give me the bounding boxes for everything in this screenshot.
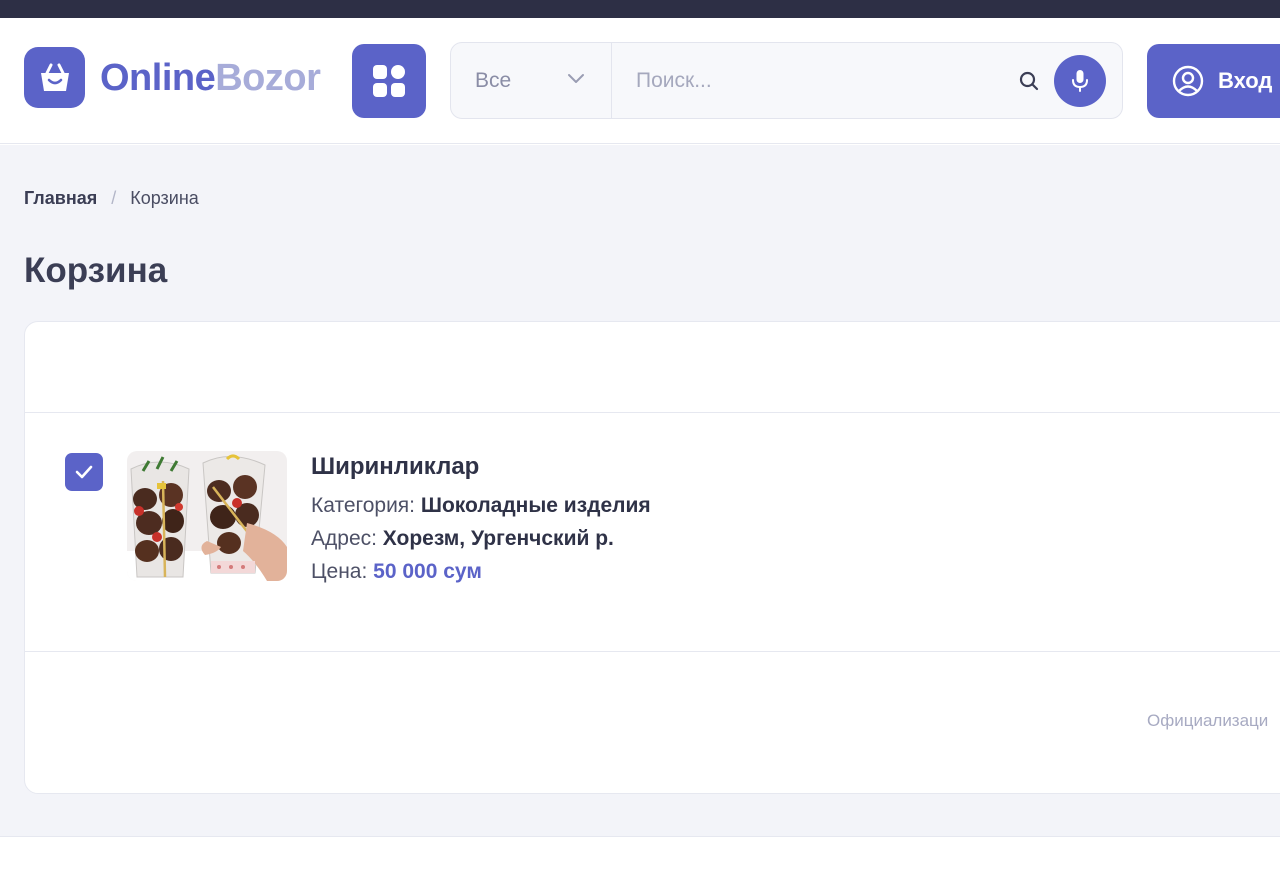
- browser-top-bar: [0, 0, 1280, 18]
- logo-text: OnlineBozor: [100, 56, 321, 99]
- logo-text-secondary: Bozor: [215, 56, 321, 99]
- cart-item-address-label: Адрес:: [311, 527, 377, 550]
- cart-item-address-value: Хорезм, Ургенчский р.: [382, 527, 614, 550]
- breadcrumb-home-link[interactable]: Главная: [24, 188, 97, 209]
- cart-item-title[interactable]: Ширинликлар: [311, 453, 651, 481]
- site-header: OnlineBozor Все Поиск... Вход: [0, 18, 1280, 144]
- voice-search-button[interactable]: [1054, 54, 1106, 107]
- search-icon[interactable]: [1018, 70, 1040, 92]
- cart-page: Главная / Корзина Корзина Ширинликлар Ка…: [0, 145, 1280, 837]
- login-button[interactable]: Вход: [1147, 44, 1280, 118]
- cart-item-category: Категория: Шоколадные изделия: [311, 494, 651, 518]
- microphone-icon: [1072, 69, 1088, 92]
- page-title: Корзина: [24, 251, 168, 290]
- breadcrumb-separator: /: [111, 188, 117, 208]
- search-category-select[interactable]: Все: [451, 43, 612, 118]
- cart-item-image[interactable]: [127, 451, 287, 581]
- search-category-value: Все: [475, 68, 512, 92]
- check-icon: [75, 465, 93, 479]
- site-logo[interactable]: OnlineBozor: [24, 47, 321, 108]
- cart-item-address: Адрес: Хорезм, Ургенчский р.: [311, 527, 651, 551]
- logo-text-primary: Online: [100, 56, 216, 99]
- cart-item: Ширинликлар Категория: Шоколадные издели…: [25, 413, 1280, 652]
- cart-item-category-label: Категория:: [311, 494, 416, 517]
- login-label: Вход: [1218, 68, 1273, 93]
- chevron-down-icon: [568, 74, 584, 83]
- cart-item-price: Цена: 50 000 сум: [311, 560, 651, 584]
- cart-item-price-value: 50 000 сум: [373, 560, 482, 583]
- catalog-button[interactable]: [352, 44, 426, 118]
- cart-card: Ширинликлар Категория: Шоколадные издели…: [24, 321, 1280, 794]
- search-input[interactable]: [612, 43, 1018, 118]
- cart-card-header: [25, 322, 1280, 413]
- grid-icon: [373, 65, 405, 97]
- breadcrumb-current: Корзина: [130, 188, 199, 208]
- user-circle-icon: [1172, 65, 1204, 97]
- shopping-bag-icon: [24, 47, 85, 108]
- cart-item-price-label: Цена:: [311, 560, 368, 583]
- cart-item-category-value: Шоколадные изделия: [420, 494, 651, 517]
- search-bar: Все: [450, 42, 1123, 119]
- breadcrumb: Главная / Корзина: [24, 188, 199, 209]
- cart-item-info: Ширинликлар Категория: Шоколадные издели…: [311, 453, 651, 593]
- cart-item-checkbox[interactable]: [65, 453, 103, 491]
- checkout-link[interactable]: Официализаци: [1147, 711, 1268, 731]
